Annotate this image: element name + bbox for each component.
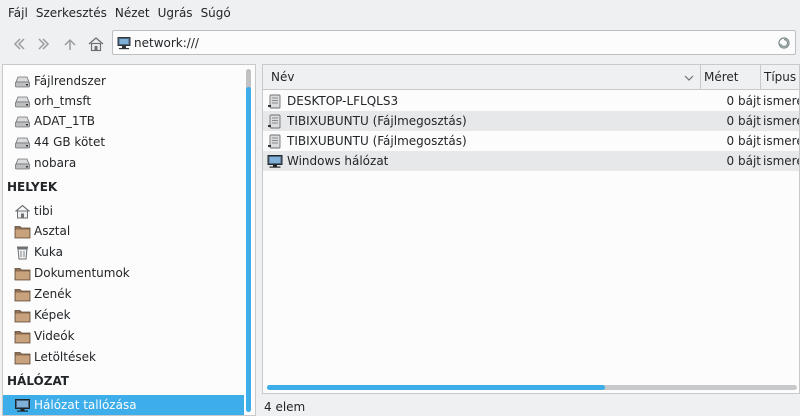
file-view[interactable]: Név Méret Típus DESKTOP-LFLQLS3 0 bájt i… <box>262 64 800 394</box>
chevron-down-icon <box>684 75 694 81</box>
menu-edit[interactable]: Szerkesztés <box>32 0 111 26</box>
drive-icon <box>13 73 31 89</box>
drive-icon <box>13 93 31 109</box>
folder-icon <box>13 223 31 239</box>
file-size: 0 bájt <box>726 94 761 108</box>
file-size: 0 bájt <box>726 134 761 148</box>
sidebar-item-label: Hálózat tallózása <box>34 398 137 412</box>
home-icon <box>13 203 31 219</box>
sidebar-item-label: Fájlrendszer <box>34 74 106 88</box>
menubar: Fájl Szerkesztés Nézet Ugrás Súgó <box>0 0 800 26</box>
file-type: ismere <box>763 154 800 168</box>
folder-icon <box>13 328 31 344</box>
drive-icon <box>13 155 31 171</box>
sidebar-item-documents[interactable]: Dokumentumok <box>3 263 244 283</box>
sidebar-item-pictures[interactable]: Képek <box>3 305 244 325</box>
sidebar-scrollbar-thumb[interactable] <box>246 87 251 412</box>
file-type: ismere <box>763 114 800 128</box>
column-name-header[interactable]: Név <box>263 65 701 90</box>
table-row[interactable]: Windows hálózat 0 bájt ismere <box>263 151 800 171</box>
sidebar-item-music[interactable]: Zenék <box>3 284 244 304</box>
sidebar-item-label: ADAT_1TB <box>34 114 96 128</box>
file-name: TIBIXUBUNTU (Fájlmegosztás) <box>287 114 467 128</box>
sidebar-item-nobara[interactable]: nobara <box>3 153 244 173</box>
table-row[interactable]: TIBIXUBUNTU (Fájlmegosztás) 0 bájt ismer… <box>263 131 800 151</box>
sidebar-item-label: 44 GB kötet <box>34 135 106 149</box>
column-size-header[interactable]: Méret <box>701 65 761 90</box>
menu-help[interactable]: Súgó <box>197 0 235 26</box>
network-icon <box>13 397 31 413</box>
sidebar-item-label: tibi <box>34 204 53 218</box>
forward-arrow-icon <box>38 38 50 50</box>
sidebar-item-label: Letöltések <box>34 350 96 364</box>
location-text: network:/// <box>134 35 199 50</box>
file-name: TIBIXUBUNTU (Fájlmegosztás) <box>287 134 467 148</box>
network-icon <box>117 36 131 49</box>
sidebar-item-desktop[interactable]: Asztal <box>3 221 244 241</box>
sidebar-item-44gb-volume[interactable]: 44 GB kötet <box>3 132 244 152</box>
drive-icon <box>13 113 31 129</box>
file-name: DESKTOP-LFLQLS3 <box>287 94 399 108</box>
sidebar-item-browse-network[interactable]: Hálózat tallózása <box>3 395 244 415</box>
column-header: Név Méret Típus <box>263 65 799 90</box>
sidebar-item-home[interactable]: tibi <box>3 201 244 221</box>
back-arrow-icon <box>13 38 25 50</box>
sidebar-item-label: Kuka <box>34 245 63 259</box>
sidebar-item-label: Képek <box>34 308 71 322</box>
folder-icon <box>13 265 31 281</box>
sidebar-item-downloads[interactable]: Letöltések <box>3 347 244 367</box>
home-button[interactable] <box>83 31 109 57</box>
sidebar-item-label: Asztal <box>34 224 71 238</box>
server-icon <box>267 113 284 129</box>
server-icon <box>267 93 284 109</box>
sidebar-item-orh-tmsft[interactable]: orh_tmsft <box>3 91 244 111</box>
back-button[interactable] <box>5 31 31 57</box>
places-panel: Fájlrendszer orh_tmsft ADAT_1TB 44 GB kö… <box>2 64 256 416</box>
toolbar: network:/// <box>0 28 800 60</box>
file-size: 0 bájt <box>726 154 761 168</box>
sidebar-item-label: Dokumentumok <box>34 266 130 280</box>
sidebar-item-videos[interactable]: Videók <box>3 326 244 346</box>
server-icon <box>267 133 284 149</box>
file-size: 0 bájt <box>726 114 761 128</box>
table-row[interactable]: DESKTOP-LFLQLS3 0 bájt ismere <box>263 91 800 111</box>
menu-file[interactable]: Fájl <box>4 0 32 26</box>
folder-icon <box>13 349 31 365</box>
menu-view[interactable]: Nézet <box>111 0 154 26</box>
network-heading: HÁLÓZAT <box>7 374 69 388</box>
forward-button[interactable] <box>31 31 57 57</box>
sidebar-scrollbar[interactable] <box>246 69 251 412</box>
horizontal-scrollbar-thumb[interactable] <box>267 385 605 390</box>
sidebar-item-label: nobara <box>34 156 77 170</box>
sidebar-item-label: orh_tmsft <box>34 94 92 108</box>
status-text: 4 elem <box>264 400 306 414</box>
clear-location-icon[interactable] <box>777 36 791 50</box>
up-button[interactable] <box>57 31 83 57</box>
network-icon <box>267 153 284 169</box>
folder-icon <box>13 307 31 323</box>
sidebar-item-label: Zenék <box>34 287 72 301</box>
menu-go[interactable]: Ugrás <box>154 0 197 26</box>
horizontal-scrollbar[interactable] <box>267 385 797 390</box>
sidebar-item-label: Videók <box>34 329 75 343</box>
location-bar[interactable]: network:/// <box>112 30 796 55</box>
up-arrow-icon <box>64 38 76 50</box>
file-type: ismere <box>763 134 800 148</box>
trash-icon <box>13 244 31 260</box>
table-row[interactable]: TIBIXUBUNTU (Fájlmegosztás) 0 bájt ismer… <box>263 111 800 131</box>
file-name: Windows hálózat <box>287 154 389 168</box>
sidebar-item-filesystem[interactable]: Fájlrendszer <box>3 71 244 91</box>
home-icon <box>88 37 104 52</box>
places-heading: HELYEK <box>7 180 58 194</box>
column-type-header[interactable]: Típus <box>761 65 799 90</box>
sidebar-item-adat-1tb[interactable]: ADAT_1TB <box>3 111 244 131</box>
sidebar-item-trash[interactable]: Kuka <box>3 242 244 262</box>
file-type: ismere <box>763 94 800 108</box>
drive-icon <box>13 134 31 150</box>
folder-icon <box>13 286 31 302</box>
